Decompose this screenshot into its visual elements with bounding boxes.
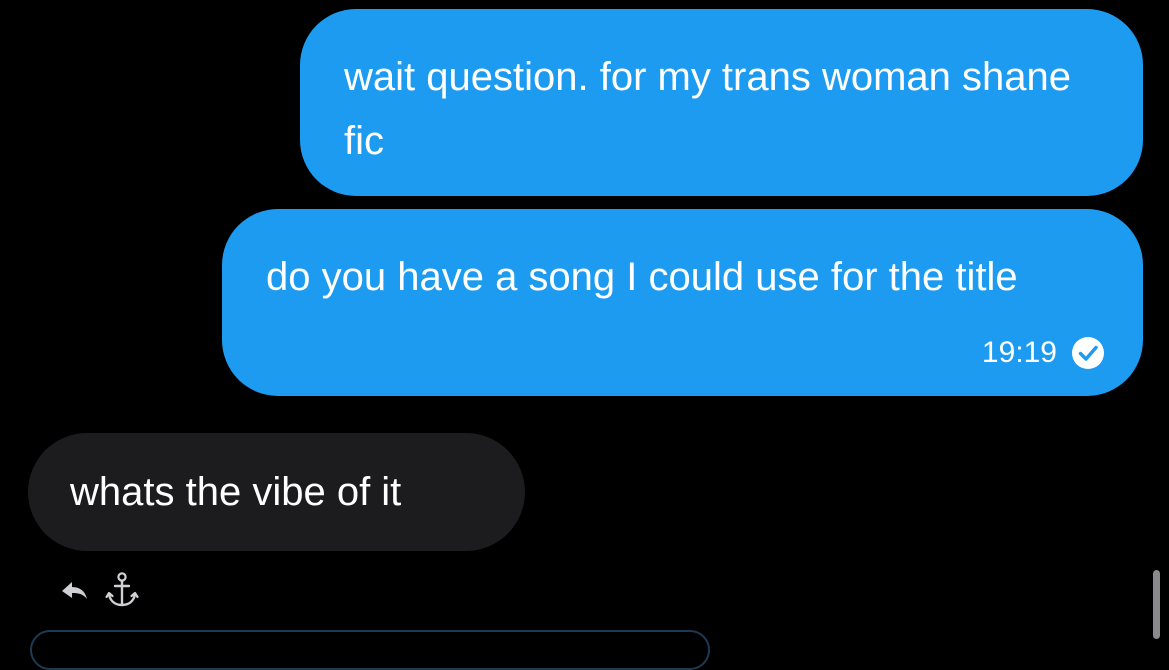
- read-check-icon: [1072, 337, 1104, 369]
- message-actions: [58, 570, 140, 610]
- message-bubble-outgoing[interactable]: wait question. for my trans woman shane …: [300, 9, 1143, 196]
- scrollbar[interactable]: [1153, 570, 1160, 639]
- message-timestamp: 19:19: [981, 336, 1057, 369]
- anchor-icon[interactable]: [104, 570, 140, 610]
- message-text: do you have a song I could use for the t…: [266, 255, 1018, 299]
- reply-icon[interactable]: [58, 570, 94, 610]
- message-bubble-outgoing[interactable]: do you have a song I could use for the t…: [222, 209, 1143, 396]
- message-meta: 19:19: [982, 336, 1105, 370]
- message-text: wait question. for my trans woman shane …: [344, 55, 1072, 163]
- message-text: whats the vibe of it: [70, 470, 402, 514]
- message-bubble-incoming[interactable]: whats the vibe of it: [28, 433, 525, 551]
- compose-box[interactable]: [30, 630, 710, 670]
